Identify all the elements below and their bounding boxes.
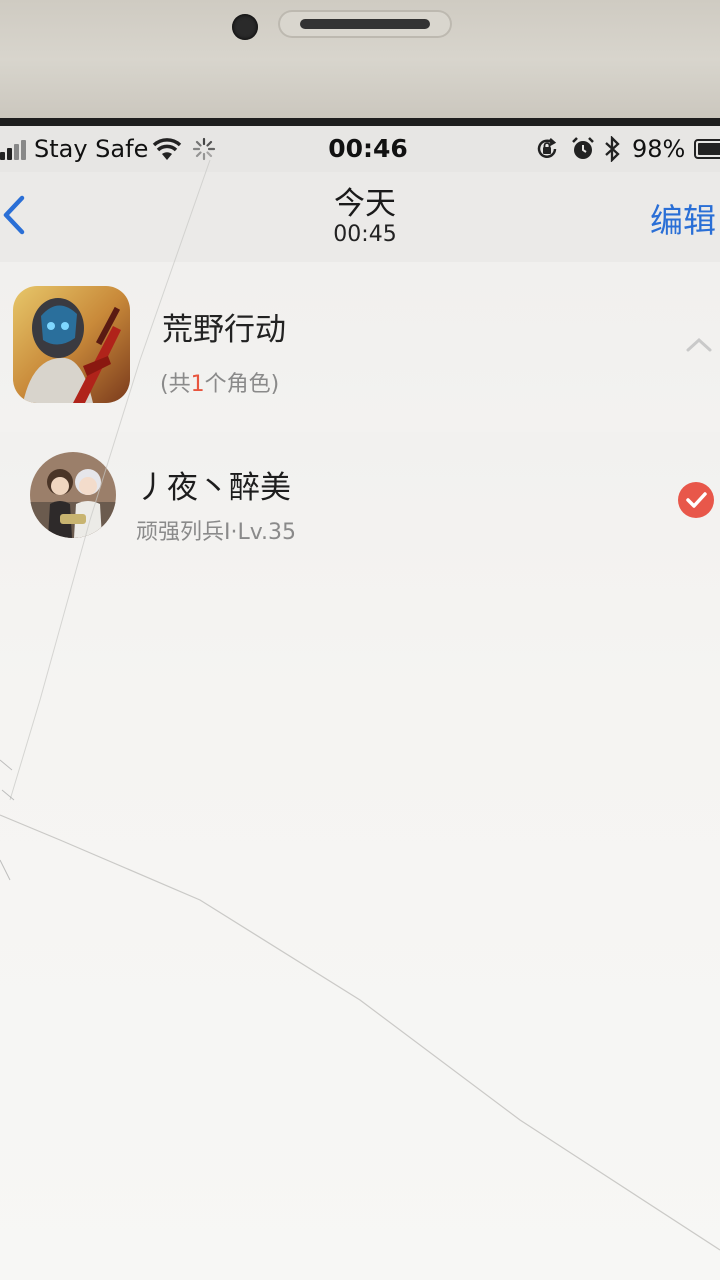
- status-time: 00:46: [328, 134, 408, 163]
- alarm-icon: [572, 137, 594, 159]
- character-count-value: 1: [190, 372, 205, 397]
- activity-spinner-icon: [192, 137, 216, 161]
- rotation-lock-icon: [537, 138, 557, 158]
- carrier-name: Stay Safe: [34, 135, 149, 163]
- game-section-header[interactable]: 荒野行动 (共1个角色): [0, 262, 720, 432]
- selected-check-icon[interactable]: [678, 482, 714, 518]
- earpiece-speaker: [278, 10, 452, 38]
- character-list-item[interactable]: 丿夜丶醉美 顽强列兵I·Lv.35: [0, 432, 720, 572]
- character-name: 丿夜丶醉美: [136, 470, 291, 506]
- bluetooth-icon: [605, 136, 620, 162]
- screen-edge: [0, 118, 720, 126]
- page-title: 今天: [334, 186, 396, 222]
- battery-percent: 98%: [632, 135, 686, 163]
- phone-bezel: [0, 0, 720, 124]
- game-app-icon: [13, 286, 130, 403]
- character-count: (共1个角色): [160, 372, 280, 397]
- wifi-icon: [152, 138, 182, 160]
- front-camera: [232, 14, 258, 40]
- status-bar: Stay Safe 00:46 98%: [0, 126, 720, 172]
- chevron-up-icon[interactable]: [684, 334, 714, 354]
- battery-icon: [694, 139, 720, 159]
- back-chevron-icon[interactable]: [0, 190, 40, 240]
- navigation-bar: 今天 00:45 编辑: [0, 172, 720, 263]
- character-avatar: [30, 452, 116, 538]
- page-subtitle-time: 00:45: [333, 222, 397, 247]
- game-title: 荒野行动: [162, 312, 286, 348]
- character-rank-level: 顽强列兵I·Lv.35: [136, 520, 297, 545]
- edit-button[interactable]: 编辑: [650, 194, 716, 242]
- signal-strength-icon: [0, 138, 30, 160]
